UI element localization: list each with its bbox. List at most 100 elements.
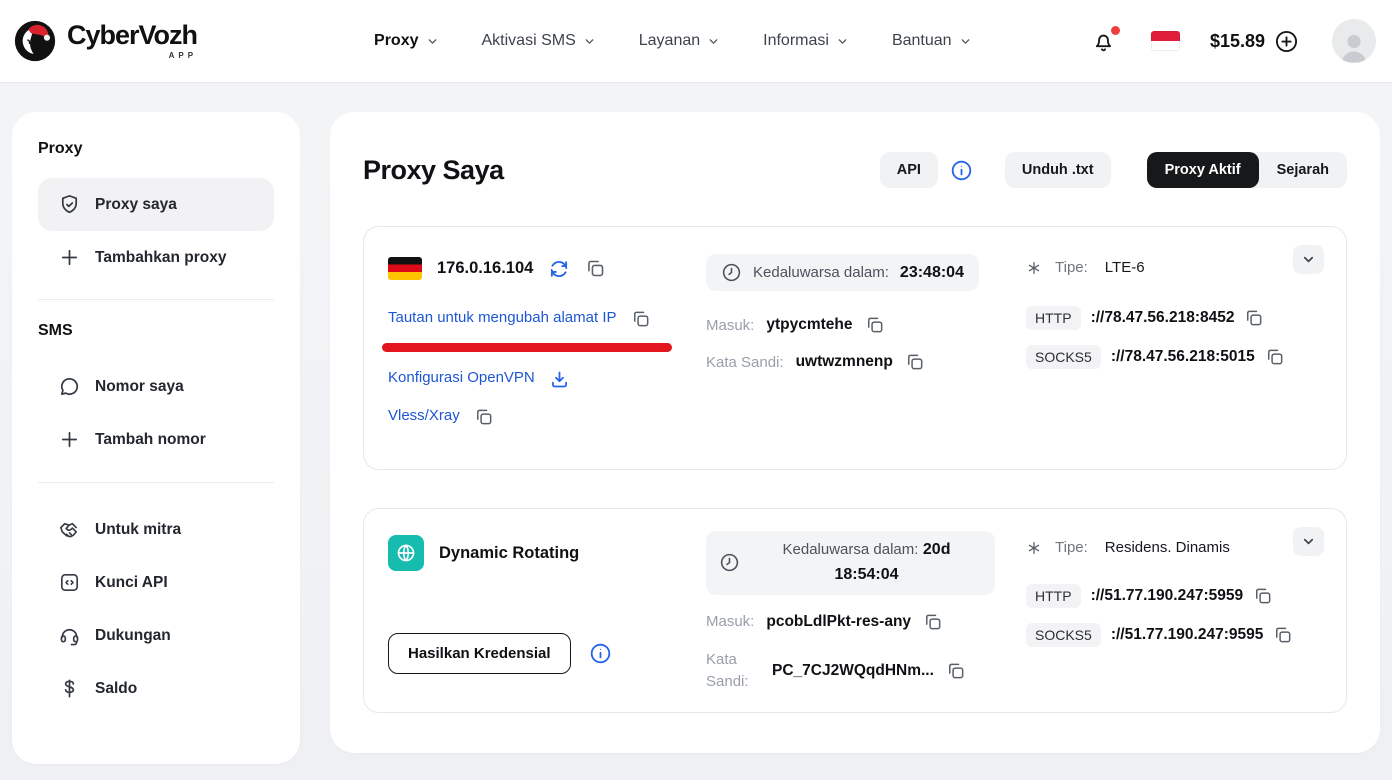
credentials: Masuk: ytpycmtehe Kata Sandi: uwtwzmnenp [706, 315, 1026, 372]
change-ip-link[interactable]: Tautan untuk mengubah alamat IP [388, 306, 617, 329]
nav-item-layanan[interactable]: Layanan [639, 32, 720, 50]
vless-link-row: Vless/Xray [388, 404, 706, 427]
sidebar-item-untuk-mitra[interactable]: Untuk mitra [38, 503, 274, 556]
copy-icon [1276, 627, 1291, 643]
brand-logo[interactable]: CyberVozh APP [12, 18, 198, 64]
chevron-down-icon [1303, 538, 1314, 545]
expand-card-button[interactable] [1293, 527, 1324, 556]
sidebar-item-kunci-api[interactable]: Kunci API [38, 556, 274, 609]
language-flag-indonesia[interactable] [1150, 31, 1180, 51]
chevron-down-icon [1303, 256, 1314, 263]
sidebar-item-dukungan[interactable]: Dukungan [38, 609, 274, 662]
notifications-button[interactable] [1091, 25, 1120, 54]
download-icon [551, 371, 567, 388]
proxy-card-lte: 176.0.16.104 Tautan untuk mengubah alama… [363, 226, 1347, 470]
copy-icon [1256, 588, 1271, 604]
nav-item-bantuan[interactable]: Bantuan [892, 32, 972, 50]
type-label: Tipe: [1055, 539, 1088, 556]
generate-credentials-button[interactable]: Hasilkan Kredensial [388, 633, 571, 674]
change-ip-link-row: Tautan untuk mengubah alamat IP [388, 306, 706, 329]
panel-header-controls: API Unduh .txt Proxy Aktif Sejarah [879, 152, 1347, 188]
sidebar-item-tambahkan-proxy[interactable]: Tambahkan proxy [38, 231, 274, 284]
sidebar-item-label: Nomor saya [95, 377, 184, 395]
copy-login-button[interactable] [923, 612, 943, 632]
plus-icon [61, 431, 78, 448]
proxy-view-toggle: Proxy Aktif Sejarah [1146, 152, 1347, 188]
person-icon [1341, 34, 1367, 63]
brand-text: CyberVozh APP [67, 22, 198, 61]
notification-badge-dot [1110, 25, 1120, 35]
copy-password-button[interactable] [946, 661, 966, 681]
clock-icon [720, 554, 739, 572]
proxy-card-dynamic-rotating: Dynamic Rotating Hasilkan Kredensial Ked… [363, 508, 1347, 713]
plus-circle-icon [1275, 30, 1298, 52]
endpoints: HTTP ://78.47.56.218:8452 SOCKS5 ://78.4… [1026, 306, 1322, 369]
expiry-text: Kedaluwarsa dalam: 20d 18:54:04 [751, 538, 982, 588]
sidebar-section-title-sms: SMS [38, 322, 73, 339]
clock-icon [722, 263, 741, 282]
handshake-icon [60, 522, 78, 538]
api-info-icon[interactable] [950, 159, 973, 182]
protocol-badge: SOCKS5 [1026, 623, 1101, 647]
sidebar-item-proxy-saya[interactable]: Proxy saya [38, 178, 274, 231]
sidebar-item-label: Kunci API [95, 573, 168, 591]
asterisk-icon [1028, 261, 1040, 274]
sidebar-misc-group: Untuk mitra Kunci API Dukungan Saldo [38, 503, 274, 715]
copy-ip-button[interactable] [585, 258, 606, 279]
dollar-icon [64, 679, 75, 698]
sidebar-item-nomor-saya[interactable]: Nomor saya [38, 360, 274, 413]
copy-http-endpoint-button[interactable] [1253, 586, 1273, 606]
copy-icon [476, 409, 492, 425]
card-col-right: Tipe: LTE-6 HTTP ://78.47.56.218:8452 SO… [1026, 249, 1322, 447]
card-col-left: 176.0.16.104 Tautan untuk mengubah alama… [382, 249, 706, 447]
openvpn-config-link[interactable]: Konfigurasi OpenVPN [388, 366, 535, 389]
expiry-pill: Kedaluwarsa dalam: 23:48:04 [706, 254, 979, 291]
copy-http-endpoint-button[interactable] [1244, 308, 1264, 328]
nav-item-label: Proxy [374, 32, 419, 49]
password-value: PC_7CJ2WQqdHNm... [772, 662, 934, 680]
user-avatar[interactable] [1332, 19, 1376, 63]
http-endpoint-row: HTTP ://78.47.56.218:8452 [1026, 306, 1322, 330]
expiry-time: 18:54:04 [834, 565, 899, 583]
copy-icon [633, 311, 648, 327]
copy-socks5-endpoint-button[interactable] [1265, 347, 1285, 367]
socks5-endpoint-row: SOCKS5 ://51.77.190.247:9595 [1026, 623, 1322, 647]
nav-item-aktivasi-sms[interactable]: Aktivasi SMS [482, 32, 596, 50]
proxy-panel: Proxy Saya API Unduh .txt Proxy Aktif Se… [330, 112, 1380, 753]
nav-item-informasi[interactable]: Informasi [763, 32, 849, 50]
sidebar-item-saldo[interactable]: Saldo [38, 662, 274, 715]
expand-card-button[interactable] [1293, 245, 1324, 274]
login-value: ytpycmtehe [766, 316, 853, 333]
api-button[interactable]: API [879, 152, 938, 188]
tab-proxy-aktif[interactable]: Proxy Aktif [1146, 152, 1259, 188]
expiry-pill: Kedaluwarsa dalam: 20d 18:54:04 [706, 531, 995, 595]
password-label: Kata Sandi: [706, 353, 784, 371]
copy-login-button[interactable] [865, 315, 885, 335]
sidebar-item-tambah-nomor[interactable]: Tambah nomor [38, 413, 274, 466]
tab-sejarah[interactable]: Sejarah [1259, 152, 1347, 188]
nav-item-proxy[interactable]: Proxy [374, 32, 438, 50]
sidebar-item-label: Proxy saya [95, 195, 177, 213]
login-row: Masuk: ytpycmtehe [706, 315, 1026, 335]
copy-change-ip-link-button[interactable] [631, 309, 651, 329]
copy-password-button[interactable] [905, 352, 925, 372]
download-openvpn-button[interactable] [549, 369, 570, 390]
top-up-balance-button[interactable] [1274, 29, 1299, 54]
login-value: pcobLdlPkt-res-any [766, 612, 912, 630]
refresh-ip-button[interactable] [548, 258, 570, 280]
protocol-badge: HTTP [1026, 306, 1081, 330]
card-col-left: Dynamic Rotating Hasilkan Kredensial [388, 531, 706, 711]
chevron-down-icon [585, 38, 594, 44]
proxy-identity-row: 176.0.16.104 [388, 257, 706, 280]
copy-vless-button[interactable] [474, 407, 494, 427]
chevron-down-icon [428, 38, 436, 44]
card-col-right: Tipe: Residens. Dinamis HTTP ://51.77.19… [1026, 531, 1322, 711]
download-txt-button[interactable]: Unduh .txt [1004, 152, 1111, 188]
sidebar: Proxy Proxy saya Tambahkan proxy SMS Nom… [12, 112, 300, 764]
login-label: Masuk: [706, 613, 755, 631]
copy-icon [1247, 310, 1262, 326]
proxy-name: Dynamic Rotating [439, 543, 580, 562]
generate-info-icon[interactable] [589, 642, 612, 665]
vless-xray-link[interactable]: Vless/Xray [388, 404, 460, 427]
copy-socks5-endpoint-button[interactable] [1273, 625, 1293, 645]
